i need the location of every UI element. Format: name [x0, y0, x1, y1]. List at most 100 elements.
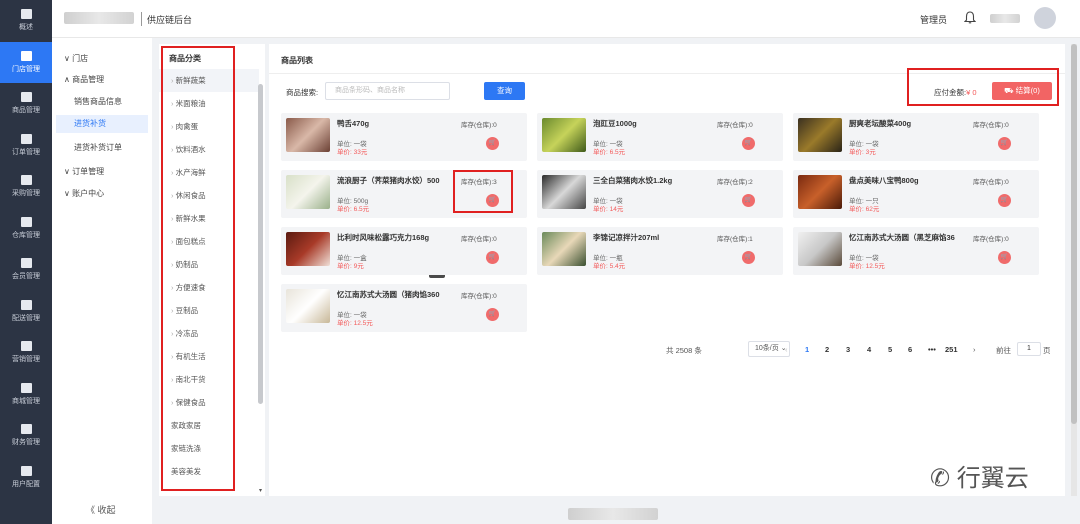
subnav-sales-info[interactable]: 销售商品信息 [74, 96, 122, 107]
page-scrollbar-thumb[interactable] [1071, 44, 1077, 424]
add-to-cart-icon[interactable]: 🛒 [998, 137, 1011, 150]
product-stock: 库存(仓库):0 [973, 179, 1009, 186]
divider [141, 12, 142, 26]
product-name: 李锦记凉拌汁207ml [593, 233, 660, 242]
product-card[interactable]: 忆江南苏式大汤圆（猪肉馅360 库存(仓库):0 单位: 一袋 单价: 12.5元 🛒 [281, 284, 527, 332]
product-stock: 库存(仓库):0 [461, 122, 497, 129]
prev-page-icon[interactable]: ‹ [785, 345, 788, 354]
nav-item-11[interactable]: 用户配置 [0, 457, 52, 499]
subnav-order-mgmt[interactable]: ∨ 订单管理 [64, 166, 104, 177]
product-image [286, 289, 330, 323]
subnav-restock-order[interactable]: 进货补货订单 [74, 142, 122, 153]
subnav-store[interactable]: ∨ 门店 [64, 53, 88, 64]
product-stock: 库存(仓库):0 [973, 122, 1009, 129]
nav-item-label: 用户配置 [12, 480, 40, 488]
add-to-cart-icon[interactable]: 🛒 [998, 194, 1011, 207]
product-name: 厨爽老坛酸菜400g [849, 119, 912, 128]
bell-icon[interactable] [964, 11, 976, 25]
product-card[interactable]: 李锦记凉拌汁207ml 库存(仓库):1 单位: 一瓶 单价: 5.4元 🛒 [537, 227, 783, 275]
nav-item-9[interactable]: 商城管理 [0, 374, 52, 416]
nav-item-label: 商品管理 [12, 107, 40, 115]
product-stock: 库存(仓库):0 [973, 236, 1009, 243]
add-to-cart-icon[interactable]: 🛒 [742, 137, 755, 150]
subnav-account[interactable]: ∨ 账户中心 [64, 188, 104, 199]
warehouse-icon [20, 216, 32, 227]
product-card[interactable]: 鸭舌470g 库存(仓库):0 单位: 一袋 单价: 33元 🛒 [281, 113, 527, 161]
add-to-cart-icon[interactable]: 🛒 [742, 194, 755, 207]
page-number[interactable]: ••• [928, 345, 936, 354]
search-button[interactable]: 查询 [484, 82, 525, 100]
subnav-goods-mgmt-label: 商品管理 [72, 75, 105, 84]
nav-item-7[interactable]: 配送管理 [0, 291, 52, 333]
nav-item-10[interactable]: 财务管理 [0, 415, 52, 457]
home-icon [20, 9, 32, 20]
page-number[interactable]: 251 [945, 345, 958, 354]
product-stock: 库存(仓库):0 [461, 293, 497, 300]
goods-icon [20, 92, 32, 103]
nav-item-label: 营销管理 [12, 356, 40, 364]
add-to-cart-icon[interactable]: 🛒 [486, 137, 499, 150]
subnav-order-mgmt-label: 订单管理 [72, 167, 105, 176]
search-input[interactable]: 商品条形码、商品名称 [325, 82, 450, 100]
page-number[interactable]: 4 [867, 345, 871, 354]
finance-icon [20, 424, 32, 435]
app-title: 供应链后台 [147, 15, 193, 25]
nav-item-label: 门店管理 [12, 65, 40, 73]
subnav-goods-mgmt[interactable]: ∧ 商品管理 [64, 74, 104, 85]
scroll-down-icon[interactable]: ▾ [259, 487, 262, 494]
nav-item-2[interactable]: 商品管理 [0, 83, 52, 125]
add-to-cart-icon[interactable]: 🛒 [486, 308, 499, 321]
product-card[interactable]: 盘点美味八宝鸭800g 库存(仓库):0 单位: 一只 单价: 62元 🛒 [793, 170, 1039, 218]
product-name: 泡豇豆1000g [593, 119, 637, 128]
product-image [542, 232, 586, 266]
page-size-select[interactable]: 10条/页 ⌄ [748, 341, 790, 357]
collapse-button[interactable]: 《 收起 [86, 503, 116, 516]
chart-icon [20, 341, 32, 352]
product-list-title: 商品列表 [281, 56, 313, 65]
product-card[interactable]: 三全白菜猪肉水饺1.2kg 库存(仓库):2 单位: 一袋 单价: 14元 🛒 [537, 170, 783, 218]
product-price: 单价: 62元 [849, 206, 880, 213]
order-icon [20, 133, 32, 144]
nav-item-8[interactable]: 营销管理 [0, 332, 52, 374]
nav-item-5[interactable]: 仓库管理 [0, 208, 52, 250]
add-to-cart-icon[interactable]: 🛒 [998, 251, 1011, 264]
goto-page-input[interactable]: 1 [1017, 342, 1041, 356]
page-scrollbar[interactable] [1071, 44, 1077, 496]
product-list-panel: 商品列表 商品搜索: 商品条形码、商品名称 查询 应付金额:¥ 0 ⛟ 结算(0… [269, 44, 1065, 496]
product-card[interactable]: 比利时风味松露巧克力168g 库存(仓库):0 单位: 一盒 单价: 9元 🛒 [281, 227, 527, 275]
add-to-cart-icon[interactable]: 🛒 [742, 251, 755, 264]
page-suffix: 页 [1043, 346, 1051, 355]
product-stock: 库存(仓库):0 [717, 122, 753, 129]
next-page-icon[interactable]: › [973, 345, 976, 354]
page-number[interactable]: 2 [825, 345, 829, 354]
nav-item-6[interactable]: 会员管理 [0, 249, 52, 291]
watermark: ✆ 行翼云 [930, 458, 1029, 493]
nav-item-4[interactable]: 采购管理 [0, 166, 52, 208]
truck-icon [20, 299, 32, 310]
nav-item-3[interactable]: 订单管理 [0, 125, 52, 167]
product-name: 鸭舌470g [337, 119, 370, 128]
product-card[interactable]: 厨爽老坛酸菜400g 库存(仓库):0 单位: 一袋 单价: 3元 🛒 [793, 113, 1039, 161]
product-price: 单价: 6.5元 [593, 149, 626, 156]
nav-item-label: 商城管理 [12, 397, 40, 405]
admin-label[interactable]: 管理员 [920, 13, 947, 26]
product-card[interactable]: 泡豇豆1000g 库存(仓库):0 单位: 一袋 单价: 6.5元 🛒 [537, 113, 783, 161]
page-number[interactable]: 1 [805, 345, 809, 354]
subnav-restock[interactable]: 进货补货 [56, 115, 148, 133]
collapse-label: 收起 [97, 505, 116, 515]
nav-item-1[interactable]: 门店管理 [0, 41, 52, 83]
purchase-icon [20, 175, 32, 186]
page-number[interactable]: 5 [888, 345, 892, 354]
product-name: 流浪厨子（荠菜猪肉水饺）500 [337, 176, 440, 185]
product-price: 单价: 12.5元 [337, 320, 373, 327]
page-number[interactable]: 6 [908, 345, 912, 354]
add-to-cart-icon[interactable]: 🛒 [486, 251, 499, 264]
product-stock: 库存(仓库):0 [461, 236, 497, 243]
sub-sidebar: ∨ 门店 ∧ 商品管理 销售商品信息 进货补货 进货补货订单 ∨ 订单管理 ∨ … [52, 38, 152, 524]
category-scrollbar[interactable] [258, 84, 263, 404]
avatar[interactable] [1034, 7, 1056, 29]
product-price: 单价: 33元 [337, 149, 368, 156]
product-card[interactable]: 忆江南苏式大汤圆（黑芝麻馅36 库存(仓库):0 单位: 一袋 单价: 12.5元 🛒 [793, 227, 1039, 275]
page-number[interactable]: 3 [846, 345, 850, 354]
nav-item-0[interactable]: 概述 [0, 0, 52, 42]
